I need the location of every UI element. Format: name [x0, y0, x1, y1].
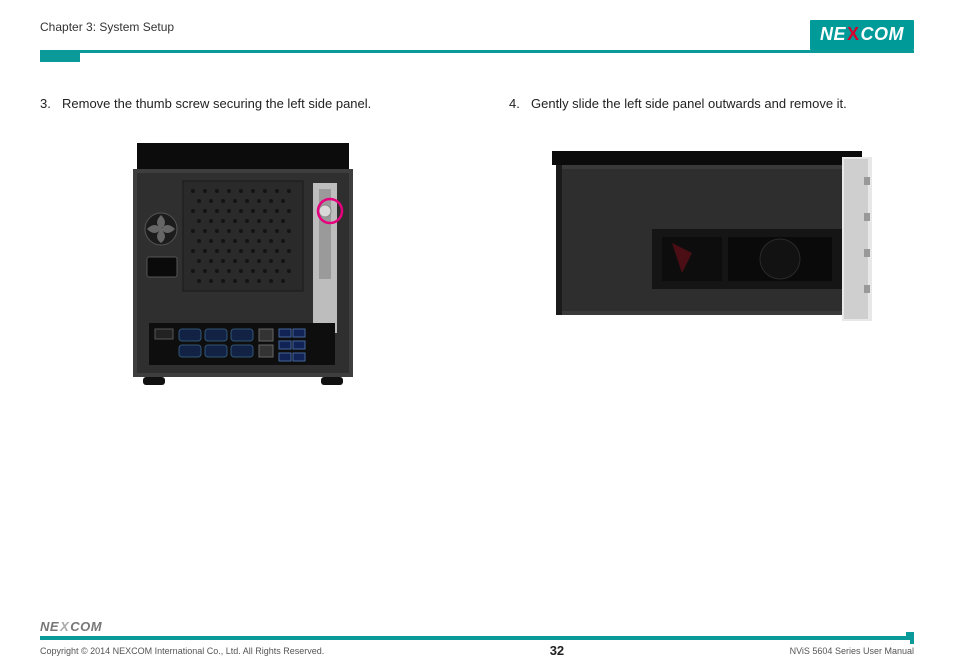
device-rear-illustration — [113, 133, 373, 393]
right-column: 4. Gently slide the left side panel outw… — [509, 95, 914, 393]
footer-accent-icon-small — [910, 640, 914, 644]
page-number: 32 — [550, 643, 564, 658]
footer-accent-icon — [906, 632, 914, 640]
manual-page: Chapter 3: System Setup NE X COM 3. Remo… — [0, 0, 954, 672]
step-3: 3. Remove the thumb screw securing the l… — [40, 95, 445, 113]
page-footer: NE X COM Copyright © 2014 NEXCOM Interna… — [40, 618, 914, 658]
manual-title: NViS 5604 Series User Manual — [790, 646, 914, 656]
chapter-title: Chapter 3: System Setup — [40, 20, 174, 34]
figure-step-4 — [509, 133, 914, 333]
footer-logo-x: X — [60, 619, 69, 634]
step-4: 4. Gently slide the left side panel outw… — [509, 95, 914, 113]
step-number: 4. — [509, 95, 523, 113]
footer-rule — [40, 636, 914, 640]
step-text: Remove the thumb screw securing the left… — [62, 95, 371, 113]
logo-text-left: NE — [820, 24, 846, 45]
logo-text-x: X — [847, 24, 860, 45]
page-header: Chapter 3: System Setup NE X COM — [40, 20, 914, 50]
brand-logo: NE X COM — [810, 20, 914, 50]
footer-logo-right: COM — [70, 619, 102, 634]
left-column: 3. Remove the thumb screw securing the l… — [40, 95, 445, 393]
device-side-illustration — [542, 133, 882, 333]
header-accent — [40, 50, 80, 62]
step-number: 3. — [40, 95, 54, 113]
figure-step-3 — [40, 133, 445, 393]
footer-logo-left: NE — [40, 619, 59, 634]
step-text: Gently slide the left side panel outward… — [531, 95, 847, 113]
footer-row: Copyright © 2014 NEXCOM International Co… — [40, 643, 914, 658]
content-area: 3. Remove the thumb screw securing the l… — [40, 95, 914, 393]
header-rule — [40, 50, 914, 53]
logo-text-right: COM — [861, 24, 905, 45]
footer-logo: NE X COM — [40, 619, 102, 634]
copyright-text: Copyright © 2014 NEXCOM International Co… — [40, 646, 324, 656]
